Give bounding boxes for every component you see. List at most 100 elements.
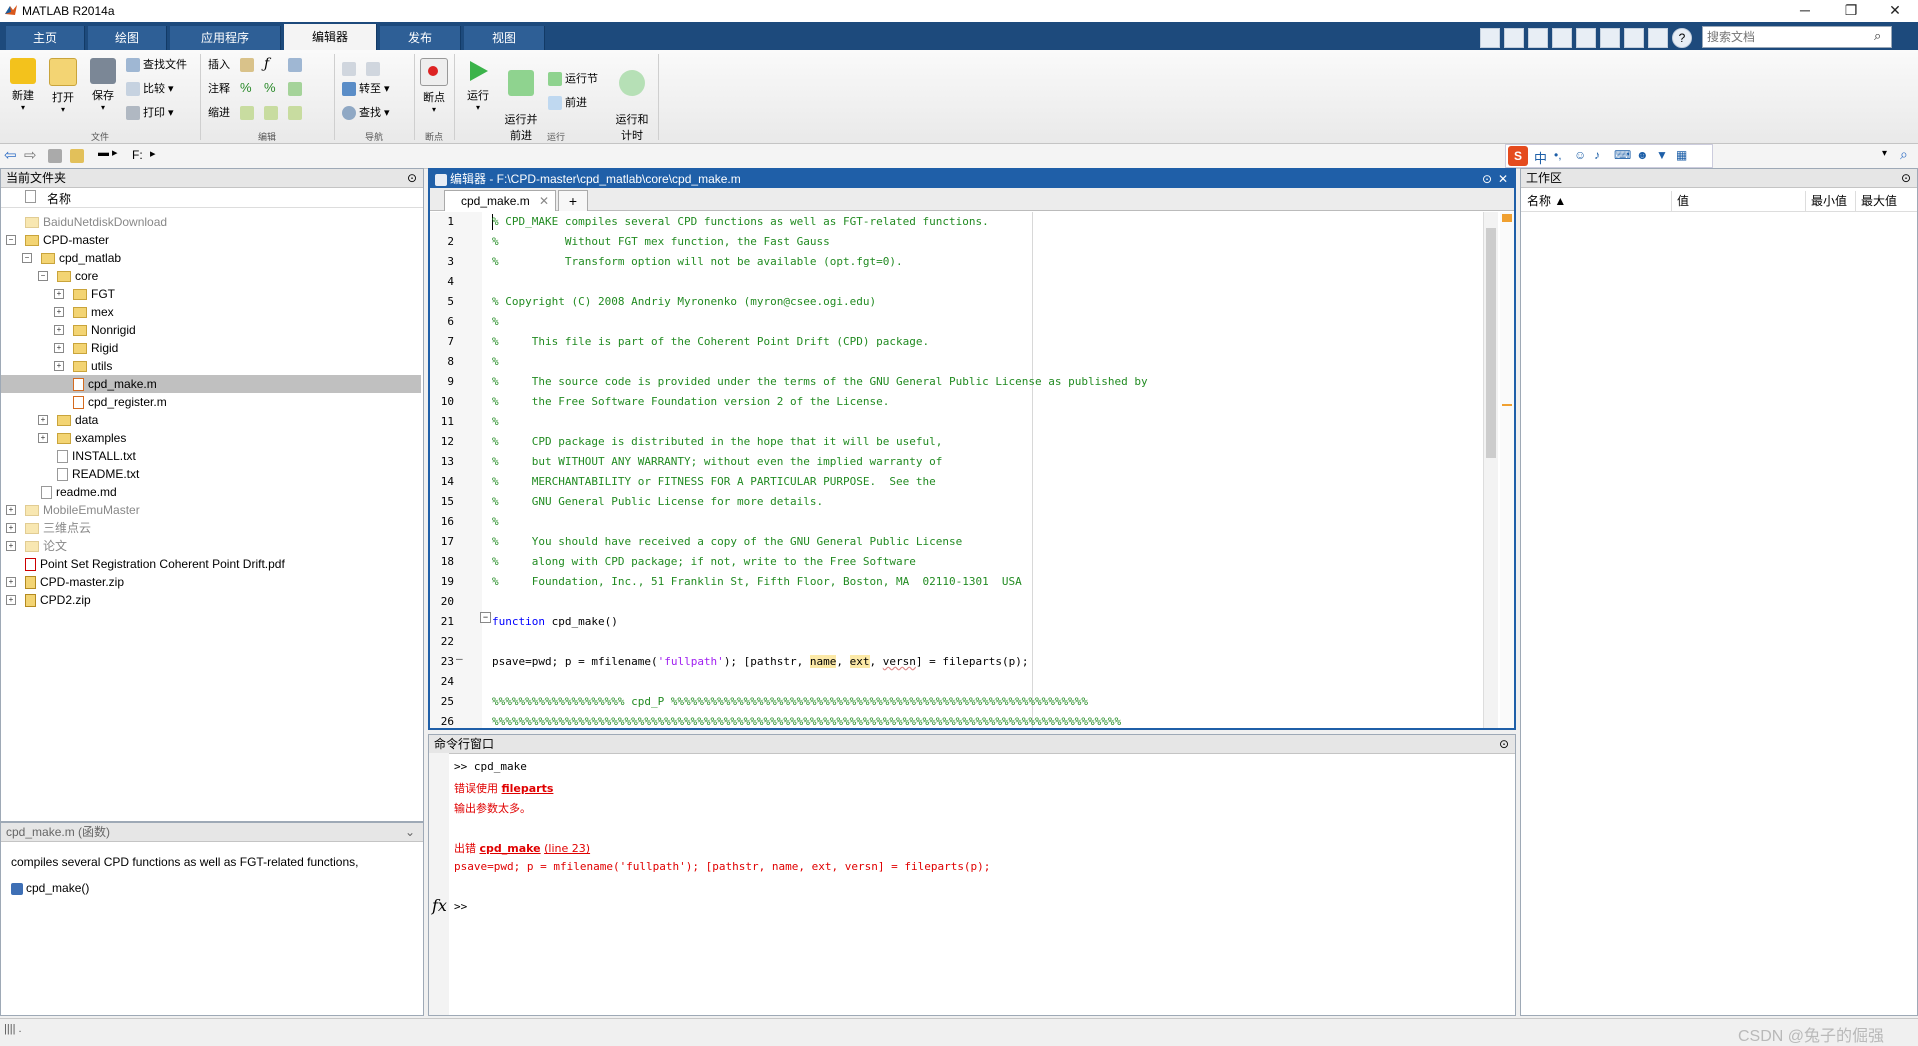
tree-item-cpd-register-m[interactable]: cpd_register.m <box>1 393 421 411</box>
address-dropdown-icon[interactable]: ▾ <box>1882 148 1887 159</box>
tree-item-baidunetdiskdownload[interactable]: BaiduNetdiskDownload <box>1 213 421 231</box>
insert-section-icon[interactable] <box>240 58 254 72</box>
qa-undo-icon[interactable] <box>1576 28 1596 48</box>
decrease-indent-icon[interactable] <box>288 106 302 120</box>
tab-apps[interactable]: 应用程序 <box>170 26 281 50</box>
tree-item-pdf[interactable]: Point Set Registration Coherent Point Dr… <box>1 555 421 573</box>
forward-nav-icon[interactable] <box>366 62 380 76</box>
find-button[interactable]: 查找 ▾ <box>342 104 390 122</box>
collapse-icon[interactable]: − <box>22 253 32 263</box>
ime-tools-icon[interactable]: ▦ <box>1676 148 1687 162</box>
expand-icon[interactable]: + <box>38 433 48 443</box>
expand-icon[interactable]: + <box>54 325 64 335</box>
tree-item-data[interactable]: + data <box>1 411 421 429</box>
ime-punct-icon[interactable]: •, <box>1554 148 1562 162</box>
tree-item-fgt[interactable]: + FGT <box>1 285 421 303</box>
editor-scrollbar[interactable] <box>1483 212 1498 728</box>
ime-user-icon[interactable]: ☻ <box>1636 148 1649 162</box>
find-files-button[interactable]: 查找文件 <box>126 56 187 74</box>
ime-emoji-icon[interactable]: ☺ <box>1574 148 1586 162</box>
tree-item-install-txt[interactable]: INSTALL.txt <box>1 447 421 465</box>
cmd-prompt[interactable]: >> <box>454 900 467 913</box>
uncomment-icon[interactable]: % <box>264 80 276 95</box>
tree-item-readme-txt[interactable]: README.txt <box>1 465 421 483</box>
search-docs-input[interactable] <box>1702 26 1892 48</box>
expand-icon[interactable]: + <box>54 289 64 299</box>
insert-plot-icon[interactable] <box>288 58 302 72</box>
expand-icon[interactable]: + <box>6 505 16 515</box>
ime-voice-icon[interactable]: ♪ <box>1594 148 1600 162</box>
tab-close-icon[interactable]: ✕ <box>539 191 549 211</box>
collapse-details-icon[interactable]: ⌄ <box>405 823 415 841</box>
tree-item-examples[interactable]: + examples <box>1 429 421 447</box>
browse-folder-icon[interactable] <box>70 149 84 163</box>
maximize-button[interactable]: ❐ <box>1828 0 1874 22</box>
workspace-menu-icon[interactable]: ⊙ <box>1901 169 1911 187</box>
line-23-link[interactable]: (line 23) <box>544 842 590 855</box>
goto-button[interactable]: 转至 ▾ <box>342 80 390 98</box>
run-section-button[interactable]: 运行节 <box>548 70 598 88</box>
tree-item-readme-md[interactable]: readme.md <box>1 483 421 501</box>
tab-home[interactable]: 主页 <box>6 26 85 50</box>
tab-plots[interactable]: 绘图 <box>88 26 167 50</box>
insert-button[interactable]: 插入 <box>208 56 230 74</box>
forward-arrow-icon[interactable]: ⇨ <box>24 146 37 164</box>
wrap-comment-icon[interactable] <box>288 82 302 96</box>
editor-menu-icon[interactable]: ⊙ <box>1482 170 1492 188</box>
tab-view[interactable]: 视图 <box>464 26 545 50</box>
ws-col-max[interactable]: 最大值 <box>1861 191 1897 211</box>
compare-button[interactable]: 比较 ▾ <box>126 80 174 98</box>
expand-icon[interactable]: + <box>54 307 64 317</box>
run-button[interactable]: 运行 ▾ <box>462 58 494 112</box>
tree-item-cpd-master[interactable]: − CPD-master <box>1 231 421 249</box>
ws-col-min[interactable]: 最小值 <box>1811 191 1847 211</box>
qa-cut-icon[interactable] <box>1504 28 1524 48</box>
fx-function-browser-icon[interactable]: fx <box>432 896 447 915</box>
warning-marker[interactable] <box>1502 404 1512 406</box>
tree-item-core[interactable]: − core <box>1 267 421 285</box>
back-arrow-icon[interactable]: ⇦ <box>4 146 17 164</box>
fx-insert-icon[interactable]: ƒ <box>264 56 269 72</box>
tree-item-cpd-master-zip[interactable]: + CPD-master.zip <box>1 573 421 591</box>
tree-item-utils[interactable]: + utils <box>1 357 421 375</box>
expand-icon[interactable]: + <box>54 361 64 371</box>
expand-icon[interactable]: + <box>6 595 16 605</box>
sogou-s-icon[interactable]: S <box>1508 146 1528 166</box>
command-window-menu-icon[interactable]: ⊙ <box>1499 735 1509 753</box>
tree-item-papers[interactable]: + 论文 <box>1 537 421 555</box>
warning-indicator[interactable] <box>1502 214 1512 222</box>
expand-icon[interactable]: + <box>6 577 16 587</box>
tree-item-rigid[interactable]: + Rigid <box>1 339 421 357</box>
increase-indent-icon[interactable] <box>264 106 278 120</box>
indent-button[interactable]: 缩进 <box>208 104 230 122</box>
expand-icon[interactable]: + <box>6 541 16 551</box>
tab-publish[interactable]: 发布 <box>380 26 461 50</box>
tree-item-mex[interactable]: + mex <box>1 303 421 321</box>
search-icon[interactable]: ⌕ <box>1874 28 1881 44</box>
code-area[interactable]: % CPD_MAKE compiles several CPD function… <box>492 212 1504 728</box>
advance-button[interactable]: 前进 <box>548 94 587 112</box>
address-path[interactable]: F: <box>132 148 143 162</box>
cpd-make-link[interactable]: cpd_make <box>480 842 541 855</box>
back-nav-icon[interactable] <box>342 62 356 76</box>
editor-tab-cpd-make[interactable]: cpd_make.m ✕ <box>444 190 556 211</box>
qa-switch-window-icon[interactable] <box>1624 28 1644 48</box>
ime-chinese-icon[interactable]: 中 <box>1534 148 1547 167</box>
fold-toggle-icon[interactable]: − <box>480 612 491 623</box>
tree-item-cpd-make-m[interactable]: cpd_make.m <box>1 375 421 393</box>
details-function[interactable]: cpd_make() <box>11 881 89 895</box>
tree-item-nonrigid[interactable]: + Nonrigid <box>1 321 421 339</box>
smart-indent-icon[interactable] <box>240 106 254 120</box>
help-icon[interactable]: ? <box>1672 28 1692 48</box>
qa-save-icon[interactable] <box>1480 28 1500 48</box>
qa-redo-icon[interactable] <box>1600 28 1620 48</box>
open-button[interactable]: 打开 ▾ <box>46 58 80 114</box>
comment-percent-icon[interactable]: % <box>240 80 252 95</box>
address-search-icon[interactable]: ⌕ <box>1900 146 1908 163</box>
up-folder-icon[interactable] <box>48 149 62 163</box>
scrollbar-thumb[interactable] <box>1486 228 1496 458</box>
breakpoints-button[interactable]: 断点 ▾ <box>418 58 450 114</box>
fileparts-link[interactable]: fileparts <box>502 782 554 795</box>
expand-icon[interactable]: + <box>6 523 16 533</box>
expand-icon[interactable]: + <box>38 415 48 425</box>
